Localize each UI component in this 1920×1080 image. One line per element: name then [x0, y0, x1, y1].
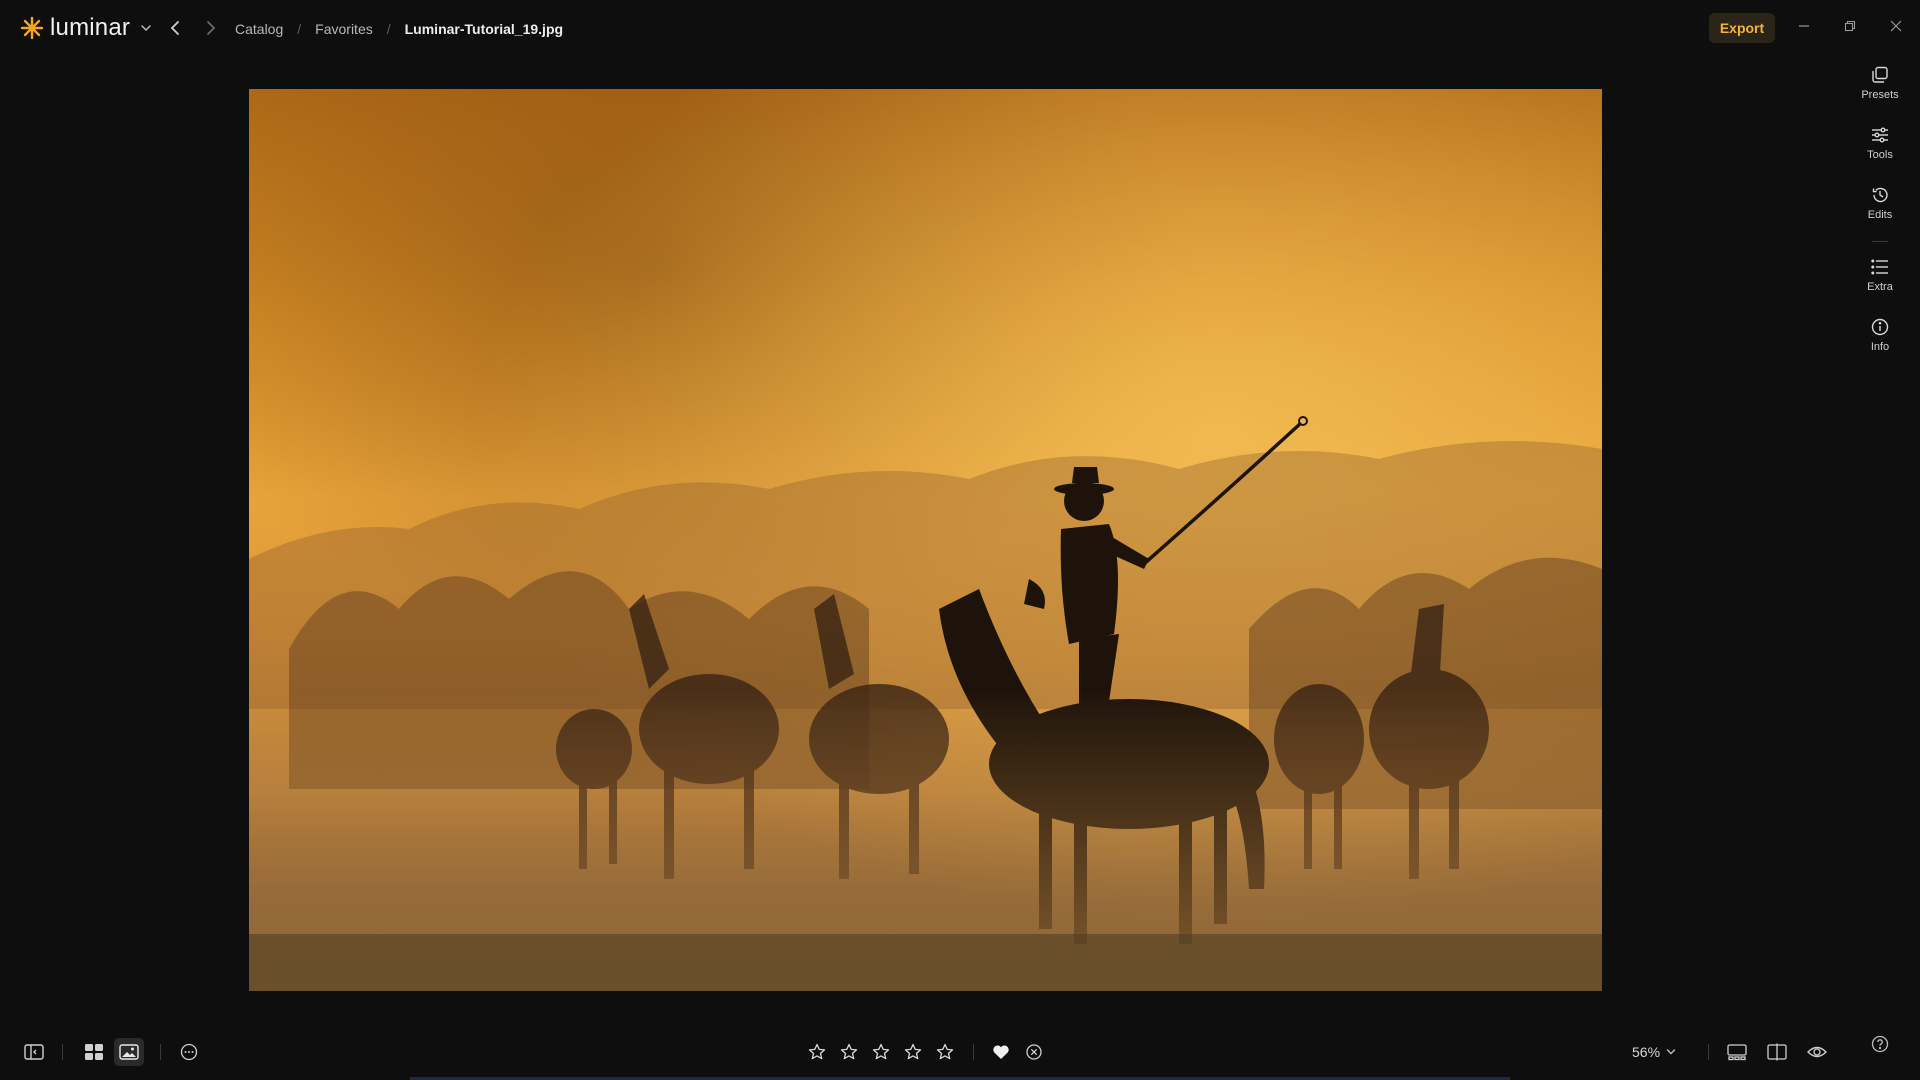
panel-tools[interactable]: Tools	[1842, 124, 1918, 178]
rating-star-5[interactable]	[933, 1038, 957, 1066]
more-options-button[interactable]	[176, 1038, 202, 1066]
preview-button[interactable]	[1804, 1038, 1830, 1066]
panel-presets-label: Presets	[1861, 89, 1899, 101]
star-icon	[936, 1043, 954, 1060]
history-nav	[166, 17, 220, 39]
panel-divider	[1872, 241, 1888, 242]
more-icon	[180, 1043, 198, 1061]
chevron-left-icon	[170, 21, 179, 35]
star-icon	[808, 1043, 826, 1060]
zoom-level: 56%	[1632, 1044, 1661, 1060]
close-icon	[1890, 20, 1902, 32]
heart-icon	[993, 1045, 1009, 1059]
rating-star-3[interactable]	[869, 1038, 893, 1066]
restore-button[interactable]	[1838, 14, 1862, 38]
top-bar: luminar Catalog / Favorites / Luminar-Tu…	[0, 0, 1920, 56]
breadcrumb-separator: /	[386, 21, 391, 37]
rating-star-1[interactable]	[805, 1038, 829, 1066]
reject-icon	[1026, 1044, 1042, 1060]
compare-button[interactable]	[1764, 1038, 1790, 1066]
grid-view-icon	[85, 1044, 103, 1060]
luminar-window: luminar Catalog / Favorites / Luminar-Tu…	[0, 0, 1920, 1080]
chevron-down-icon	[141, 25, 151, 32]
panel-presets[interactable]: Presets	[1842, 64, 1918, 118]
single-view-button[interactable]	[114, 1038, 144, 1066]
info-icon	[1869, 316, 1891, 338]
minimize-button[interactable]	[1792, 14, 1816, 38]
divider	[1708, 1044, 1709, 1060]
export-button[interactable]: Export	[1709, 13, 1775, 43]
divider	[973, 1044, 974, 1060]
luminar-logo-icon	[20, 16, 44, 40]
bottom-bar: 56%	[0, 1032, 1920, 1072]
list-icon	[1869, 256, 1891, 278]
image-view-icon	[119, 1044, 139, 1060]
back-button[interactable]	[166, 17, 184, 39]
photo-image	[249, 89, 1602, 991]
app-name: luminar	[50, 14, 131, 41]
help-icon	[1871, 1035, 1889, 1053]
breadcrumb: Catalog / Favorites / Luminar-Tutorial_1…	[235, 19, 563, 39]
star-icon	[840, 1043, 858, 1060]
reject-button[interactable]	[1022, 1038, 1046, 1066]
panel-tools-label: Tools	[1867, 149, 1893, 161]
breadcrumb-catalog[interactable]: Catalog	[235, 21, 283, 37]
minimize-icon	[1799, 25, 1809, 27]
breadcrumb-favorites[interactable]: Favorites	[315, 21, 373, 37]
divider	[160, 1044, 161, 1060]
chevron-right-icon	[207, 21, 216, 35]
star-icon	[904, 1043, 922, 1060]
history-icon	[1869, 184, 1891, 206]
sidebar-toggle-icon	[24, 1044, 44, 1060]
star-icon	[872, 1043, 890, 1060]
breadcrumb-separator: /	[297, 21, 302, 37]
panel-extra-label: Extra	[1867, 281, 1893, 293]
app-menu[interactable]: luminar	[20, 14, 152, 42]
photo-canvas[interactable]	[249, 89, 1602, 991]
presets-icon	[1869, 64, 1891, 86]
breadcrumb-current-file: Luminar-Tutorial_19.jpg	[404, 21, 564, 37]
filmstrip-toggle-button[interactable]	[1724, 1038, 1750, 1066]
panel-extra[interactable]: Extra	[1842, 256, 1918, 310]
grid-view-button[interactable]	[80, 1038, 108, 1066]
restore-icon	[1844, 20, 1856, 32]
favorite-button[interactable]	[989, 1038, 1013, 1066]
compare-icon	[1767, 1043, 1787, 1061]
forward-button[interactable]	[202, 17, 220, 39]
panel-info-label: Info	[1870, 341, 1890, 353]
panel-edits-label: Edits	[1867, 209, 1893, 221]
filmstrip-icon	[1727, 1044, 1747, 1061]
rating-star-2[interactable]	[837, 1038, 861, 1066]
chevron-down-icon	[1666, 1049, 1676, 1055]
close-button[interactable]	[1884, 14, 1908, 38]
panel-edits[interactable]: Edits	[1842, 184, 1918, 238]
divider	[62, 1044, 63, 1060]
panel-info[interactable]: Info	[1842, 316, 1918, 370]
eye-icon	[1807, 1046, 1827, 1058]
toggle-sidebar-button[interactable]	[20, 1038, 48, 1066]
zoom-control[interactable]: 56%	[1632, 1038, 1676, 1066]
rating-star-4[interactable]	[901, 1038, 925, 1066]
sliders-icon	[1869, 124, 1891, 146]
help-button[interactable]	[1868, 1032, 1892, 1056]
